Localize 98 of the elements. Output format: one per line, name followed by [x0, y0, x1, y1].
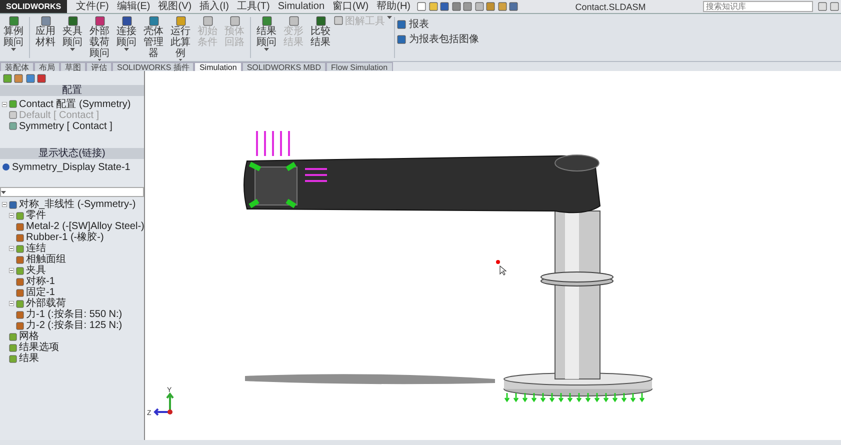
menu-item[interactable]: 工具(T)	[233, 0, 274, 13]
menu-item[interactable]: 视图(V)	[154, 0, 196, 13]
tool-icon	[148, 16, 158, 26]
node-icon	[16, 212, 24, 220]
node-icon	[16, 300, 24, 308]
collapse-icon[interactable]	[9, 268, 14, 273]
tool-icon	[288, 16, 298, 26]
collapse-icon[interactable]	[2, 202, 7, 207]
ribbon-button[interactable]: 比较结果	[307, 14, 334, 61]
collapse-icon[interactable]	[2, 102, 7, 106]
chart-icon	[334, 16, 343, 25]
tab[interactable]: 评估	[86, 62, 112, 71]
caret-icon[interactable]	[11, 48, 16, 51]
collapse-icon[interactable]	[9, 246, 14, 251]
tree-item[interactable]: 零件	[26, 210, 46, 221]
caret-icon[interactable]	[124, 48, 129, 51]
app-logo: SOLIDWORKS	[0, 0, 68, 13]
tool-icon	[68, 16, 78, 26]
node-icon	[9, 100, 17, 108]
tool-icon	[94, 16, 104, 26]
tree-item[interactable]: 固定-1	[26, 287, 55, 298]
tree-item[interactable]: 对称_非线性 (-Symmetry-)	[19, 199, 136, 210]
point-marker-icon	[496, 260, 500, 264]
tab[interactable]: Simulation	[194, 62, 242, 71]
node-icon	[16, 322, 24, 330]
node-icon	[16, 266, 24, 274]
tree-item[interactable]: 相触面组	[26, 254, 66, 265]
tool-icon	[40, 16, 50, 26]
menu-item[interactable]: Simulation	[274, 0, 329, 13]
tree-item[interactable]: Metal-2 (-[SW]Alloy Steel-)	[26, 221, 144, 232]
node-icon	[16, 244, 24, 252]
axis-triad-icon	[154, 392, 174, 416]
tool-icon	[122, 16, 132, 26]
node-icon	[9, 111, 17, 119]
search-field[interactable]: 搜索知识库	[703, 1, 813, 12]
help-icon[interactable]	[818, 2, 827, 11]
tool-icon	[176, 16, 186, 26]
minimize-icon[interactable]	[830, 2, 838, 11]
tool-icon	[202, 16, 212, 26]
tool-icon	[316, 16, 326, 26]
node-icon	[9, 122, 17, 130]
tool-icon	[262, 16, 272, 26]
ribbon-button[interactable]: 连接顾问	[113, 14, 140, 61]
tab[interactable]: Flow Simulation	[326, 62, 393, 71]
ribbon-button[interactable]: 应用材料	[32, 14, 59, 61]
node-icon	[9, 332, 17, 340]
ribbon-button[interactable]: 夹具顾问	[59, 14, 86, 61]
tree-item[interactable]: Symmetry_Display State-1	[12, 162, 130, 172]
menu-item[interactable]: 插入(I)	[196, 0, 234, 13]
tree-item[interactable]: 力-1 (:按条目: 550 N:)	[26, 309, 122, 320]
node-icon	[9, 200, 17, 208]
node-icon	[9, 354, 17, 362]
ribbon-button[interactable]: 结果顾问	[253, 14, 280, 61]
tree-item[interactable]: Symmetry [ Contact ]	[19, 120, 112, 132]
node-icon	[16, 288, 24, 296]
tab[interactable]: SOLIDWORKS MBD	[242, 62, 326, 71]
tab[interactable]: 草图	[60, 62, 86, 71]
tree-item[interactable]: 对称-1	[26, 276, 55, 287]
tree-item[interactable]: Contact 配置 (Symmetry)	[19, 98, 131, 110]
menu-item[interactable]: 编辑(E)	[112, 0, 154, 13]
menu-item[interactable]: 窗口(W)	[328, 0, 373, 13]
report-button[interactable]: 报表	[397, 16, 479, 30]
node-icon	[16, 310, 24, 318]
window-title: Contact.SLDASM	[574, 1, 647, 13]
caret-icon[interactable]	[264, 48, 269, 51]
tree-item[interactable]: 夹具	[26, 265, 46, 276]
node-icon	[9, 344, 17, 352]
cursor-icon	[500, 265, 507, 276]
ribbon-button[interactable]: 外部载荷顾问	[86, 14, 113, 61]
tree-item[interactable]: 连结	[26, 243, 46, 254]
caret-icon[interactable]	[1, 190, 6, 194]
tab[interactable]: 装配体	[0, 62, 34, 71]
caret-icon[interactable]	[70, 48, 75, 51]
report-button[interactable]: 为报表包括图像	[397, 32, 479, 45]
tree-item[interactable]: Rubber-1 (-橡胶-)	[26, 232, 104, 243]
tree-item[interactable]: 外部载荷	[26, 298, 66, 309]
ribbon-button[interactable]: 运行此算例	[167, 14, 194, 61]
panel-header: 显示状态(链接)	[0, 148, 144, 159]
node-icon	[16, 222, 24, 230]
ribbon-button[interactable]: 算例顾问	[0, 14, 27, 61]
tree-item[interactable]: 结果	[19, 353, 39, 364]
tool-icon	[230, 16, 240, 26]
tree-item[interactable]: 力-2 (:按条目: 125 N:)	[26, 320, 122, 331]
tool-icon	[8, 16, 18, 26]
menu-item[interactable]: 帮助(H)	[372, 0, 415, 13]
tree-item[interactable]: 网格	[19, 331, 39, 342]
menu-item[interactable]: 文件(F)	[72, 0, 113, 13]
collapse-icon[interactable]	[9, 301, 14, 306]
collapse-icon[interactable]	[9, 213, 14, 218]
node-icon	[16, 278, 24, 286]
node-icon	[16, 234, 24, 242]
tab[interactable]: 布局	[34, 62, 60, 71]
tab[interactable]: SOLIDWORKS 插件	[112, 62, 194, 71]
node-icon	[16, 256, 24, 264]
tree-item[interactable]: 结果选项	[19, 342, 59, 353]
panel-header: 配置	[0, 85, 144, 96]
ribbon-button[interactable]: 壳体管理器	[140, 14, 167, 61]
sphere-icon	[2, 163, 10, 171]
